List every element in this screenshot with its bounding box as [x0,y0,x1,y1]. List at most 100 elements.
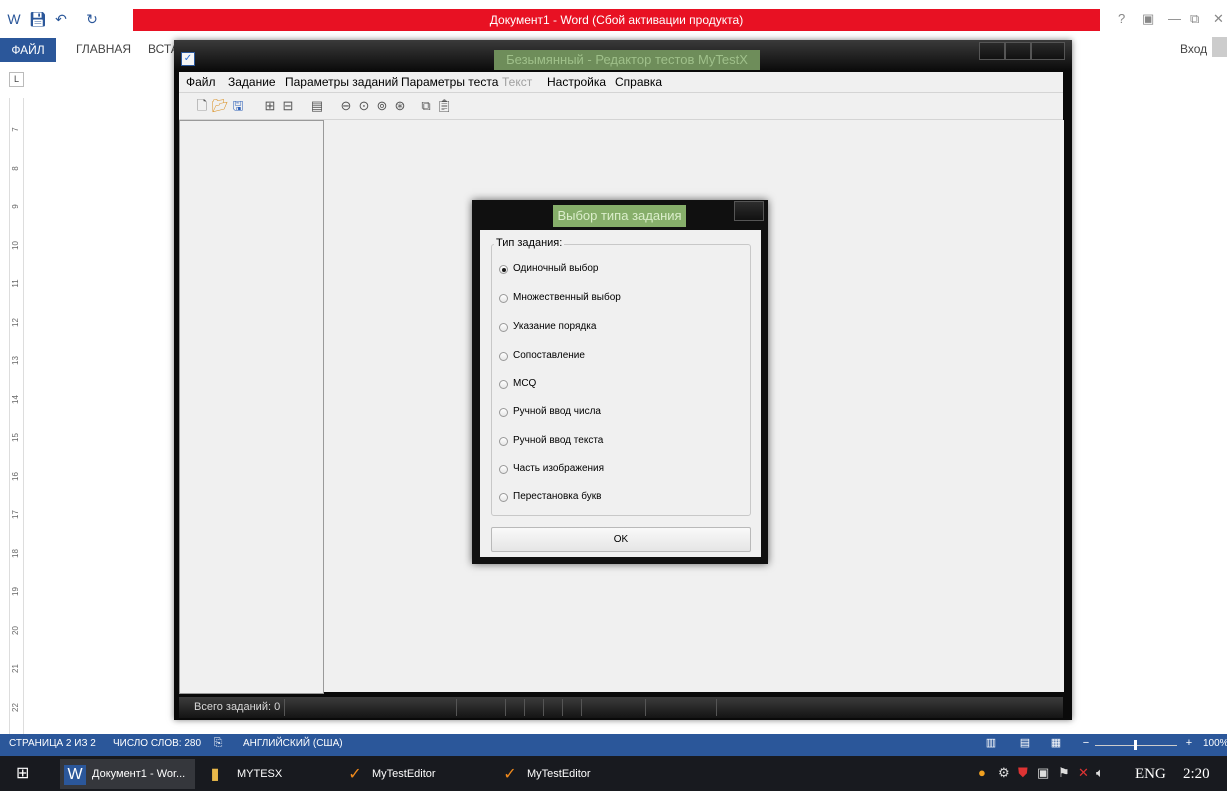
flag-icon[interactable]: ⚑ [1058,765,1070,781]
menu-file[interactable]: Файл [186,75,216,89]
language-indicator[interactable]: АНГЛИЙСКИЙ (США) [243,738,343,749]
help-icon[interactable]: ? [1118,11,1125,26]
radio-single-choice[interactable]: Одиночный выбор [499,263,679,277]
radio-image-part[interactable]: Часть изображения [499,463,679,477]
radio-indicator[interactable] [499,265,508,274]
radio-label: Указание порядка [513,321,597,332]
task-type-group-label: Тип задания: [494,237,565,249]
ruler-number: 8 [11,165,20,171]
radio-order[interactable]: Указание порядка [499,321,679,335]
paste-icon[interactable]: 📋︎ [436,98,453,114]
minimize-icon[interactable]: — [1168,11,1181,26]
zoom-level[interactable]: 100% [1203,738,1227,749]
move-up-icon[interactable]: ⊖ [338,98,354,114]
undo-icon[interactable]: ↶ [53,11,69,27]
move-down-icon[interactable]: ⊙ [356,98,372,114]
radio-label: Ручной ввод числа [513,406,601,417]
mytest-minimize-button[interactable] [979,42,1005,60]
mytest-statusbar [179,697,1063,718]
input-language[interactable]: ENG [1135,766,1166,783]
proofing-icon[interactable]: ⎘ [212,737,224,750]
word-app-icon[interactable]: W [6,11,22,27]
start-button[interactable]: ⊞ [16,765,36,783]
radio-label: Сопоставление [513,350,585,361]
status-divider [645,699,646,716]
circle-a-icon[interactable]: ⊚ [374,98,390,114]
dialog-title: Выбор типа задания [553,205,686,227]
print-layout-icon[interactable]: ▤ [1019,737,1031,750]
zoom-slider-thumb[interactable] [1134,740,1137,750]
radio-indicator[interactable] [499,408,508,417]
menu-task[interactable]: Задание [228,75,276,89]
circle-b-icon[interactable]: ⊛ [392,98,408,114]
page-indicator[interactable]: СТРАНИЦА 2 ИЗ 2 [9,738,96,749]
radio-number-input[interactable]: Ручной ввод числа [499,406,679,420]
mytest-app-icon[interactable]: ✓ [181,52,195,66]
clock[interactable]: 2:20 [1183,766,1210,783]
redo-icon[interactable]: ↻ [84,11,100,27]
read-mode-icon[interactable]: ▥ [985,737,997,750]
radio-indicator[interactable] [499,352,508,361]
shield-icon[interactable]: ⛊ [1018,765,1028,781]
menu-text[interactable]: Текст [502,75,532,89]
tray-icon-1[interactable]: ⚙ [998,765,1010,781]
word-count[interactable]: ЧИСЛО СЛОВ: 280 [113,738,201,749]
tab-selector[interactable]: L [9,72,24,87]
taskbar-item-mytest-1[interactable]: ✓ MyTestEditor [340,759,475,789]
add-task-icon[interactable]: ⊞ [262,98,278,114]
ruler-number: 21 [11,664,20,673]
menu-settings[interactable]: Настройка [547,75,606,89]
radio-indicator[interactable] [499,465,508,474]
taskbar-item-word[interactable]: W Документ1 - Wor... [60,759,195,789]
radio-label: Перестановка букв [513,491,602,502]
ruler-number: 10 [11,240,20,250]
radio-matching[interactable]: Сопоставление [499,350,679,364]
close-icon[interactable]: ✕ [1213,11,1224,27]
mytest-maximize-button[interactable] [1005,42,1031,60]
volume-icon[interactable]: 🔈︎ [1096,765,1104,781]
new-file-icon[interactable]: 🗋︎ [194,98,210,114]
tab-file[interactable]: ФАЙЛ [0,38,56,62]
taskbar-item-label: MyTestEditor [372,768,436,780]
radio-indicator[interactable] [499,493,508,502]
open-folder-icon[interactable]: 📂︎ [212,98,229,114]
task-list-icon[interactable]: ▤ [309,98,325,114]
zoom-in-icon[interactable]: + [1183,737,1195,750]
network-icon[interactable]: ✕ [1078,765,1089,781]
radio-multiple-choice[interactable]: Множественный выбор [499,292,679,306]
web-layout-icon[interactable]: ▦ [1050,737,1062,750]
tab-home[interactable]: ГЛАВНАЯ [76,42,131,56]
ok-button[interactable]: OK [491,527,751,552]
menu-task-params[interactable]: Параметры заданий [285,75,398,89]
ruler-number: 17 [11,510,20,519]
save-icon[interactable]: 🖫︎ [230,98,246,114]
radio-indicator[interactable] [499,294,508,303]
delete-task-icon[interactable]: ⊟ [280,98,296,114]
radio-letter-shuffle[interactable]: Перестановка букв [499,491,679,505]
tray-icon-2[interactable]: ▣ [1037,765,1049,781]
ribbon-display-icon[interactable]: ▣ [1142,11,1154,27]
radio-text-input[interactable]: Ручной ввод текста [499,435,679,449]
radio-indicator[interactable] [499,323,508,332]
copy-icon[interactable]: ⧉ [418,98,434,114]
ruler-number: 19 [11,587,20,596]
taskbar-item-mytest-2[interactable]: ✓ MyTestEditor [495,759,630,789]
dialog-close-button[interactable] [734,201,764,221]
menu-test-params[interactable]: Параметры теста [401,75,498,89]
avatar[interactable] [1212,37,1227,57]
taskbar-item-folder[interactable]: ▮ MYTESX [200,759,335,789]
zoom-out-icon[interactable]: − [1080,737,1092,750]
task-list-panel[interactable] [179,120,324,694]
ruler-number: 18 [11,548,20,558]
login-link[interactable]: Вход [1180,42,1207,56]
radio-indicator[interactable] [499,380,508,389]
radio-indicator[interactable] [499,437,508,446]
restore-icon[interactable]: ⧉ [1190,11,1199,27]
mytest-close-button[interactable] [1031,42,1065,60]
menu-help[interactable]: Справка [615,75,662,89]
radio-mcq[interactable]: MCQ [499,378,679,392]
save-icon[interactable]: 💾︎ [29,11,47,27]
ruler-number: 20 [11,625,20,635]
alert-icon[interactable]: ● [978,765,986,780]
word-icon: W [64,765,86,785]
